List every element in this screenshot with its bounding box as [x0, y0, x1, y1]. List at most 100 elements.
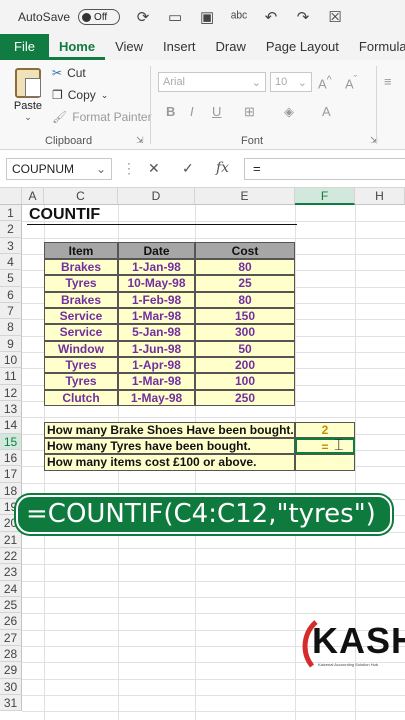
table-cell-cost[interactable]: 80	[195, 259, 295, 276]
tab-page-layout[interactable]: Page Layout	[256, 34, 349, 60]
table-cell-cost[interactable]: 200	[195, 356, 295, 374]
row-header-5[interactable]: 5	[0, 270, 22, 287]
redo-icon[interactable]: ↷	[294, 8, 312, 26]
checkbox-icon[interactable]: ☒	[326, 8, 344, 26]
row-header-8[interactable]: 8	[0, 319, 22, 336]
grow-font-icon[interactable]: A^	[318, 74, 332, 91]
question-tyres[interactable]: How many Tyres have been bought.	[44, 437, 295, 455]
row-header-25[interactable]: 25	[0, 596, 22, 614]
row-header-30[interactable]: 30	[0, 678, 22, 695]
table-cell-date[interactable]: 1-May-98	[118, 389, 195, 406]
row-header-27[interactable]: 27	[0, 629, 22, 646]
table-cell-cost[interactable]: 80	[195, 291, 295, 308]
table-cell-item[interactable]: Clutch	[44, 389, 118, 406]
folder-icon[interactable]: ▭	[166, 8, 184, 26]
font-name-box[interactable]: Arial ⌄	[158, 72, 266, 92]
row-header-14[interactable]: 14	[0, 417, 22, 434]
table-cell-date[interactable]: 10-May-98	[118, 275, 195, 292]
row-header-13[interactable]: 13	[0, 400, 22, 418]
row-header-10[interactable]: 10	[0, 351, 22, 369]
more-options-icon[interactable]: ⋮	[122, 160, 136, 177]
row-header-29[interactable]: 29	[0, 662, 22, 679]
column-header-a[interactable]: A	[22, 188, 44, 205]
column-header-h[interactable]: H	[355, 188, 405, 205]
column-header-e[interactable]: E	[195, 188, 295, 205]
tab-insert[interactable]: Insert	[153, 34, 206, 60]
table-cell-date[interactable]: 1-Jan-98	[118, 259, 195, 276]
row-header-17[interactable]: 17	[0, 466, 22, 483]
table-cell-item[interactable]: Brakes	[44, 259, 118, 276]
table-cell-cost[interactable]: 150	[195, 307, 295, 325]
font-color-icon[interactable]: A	[322, 104, 331, 119]
tab-view[interactable]: View	[105, 34, 153, 60]
name-box[interactable]: COUPNUM ⌄	[6, 158, 112, 180]
table-cell-cost[interactable]: 100	[195, 373, 295, 390]
tab-file[interactable]: File	[0, 34, 49, 60]
row-header-18[interactable]: 18	[0, 482, 22, 499]
fill-color-icon[interactable]: ◈	[284, 104, 294, 120]
undo-icon[interactable]: ↶	[262, 8, 280, 26]
italic-icon[interactable]: I	[190, 104, 194, 119]
row-header-24[interactable]: 24	[0, 580, 22, 597]
row-header-3[interactable]: 3	[0, 237, 22, 254]
sync-icon[interactable]: ⟳	[134, 8, 152, 26]
table-header-item[interactable]: Item	[44, 242, 118, 259]
formula-input[interactable]: =	[244, 158, 405, 180]
tab-draw[interactable]: Draw	[206, 34, 256, 60]
question-cost-100[interactable]: How many items cost £100 or above.	[44, 454, 295, 471]
table-cell-item[interactable]: Tyres	[44, 356, 118, 374]
enter-icon[interactable]: ✓	[182, 160, 194, 177]
row-header-28[interactable]: 28	[0, 645, 22, 663]
table-cell-item[interactable]: Brakes	[44, 291, 118, 308]
align-icon[interactable]: ≡	[384, 74, 392, 89]
column-header-d[interactable]: D	[118, 188, 195, 205]
table-cell-item[interactable]: Window	[44, 340, 118, 357]
row-header-6[interactable]: 6	[0, 286, 22, 303]
table-cell-item[interactable]: Tyres	[44, 373, 118, 390]
table-cell-date[interactable]: 1-Feb-98	[118, 291, 195, 308]
table-header-cost[interactable]: Cost	[195, 242, 295, 259]
table-cell-cost[interactable]: 50	[195, 340, 295, 357]
table-cell-cost[interactable]: 25	[195, 275, 295, 292]
row-header-2[interactable]: 2	[0, 221, 22, 238]
row-header-4[interactable]: 4	[0, 253, 22, 271]
table-cell-date[interactable]: 1-Mar-98	[118, 373, 195, 390]
spelling-icon[interactable]: ᵃᵇᶜ	[230, 9, 248, 26]
dialog-launcher-icon[interactable]: ⇲	[136, 135, 144, 146]
table-cell-cost[interactable]: 300	[195, 324, 295, 341]
paste-button[interactable]: Paste ⌄	[10, 68, 46, 123]
answer-tyres-active-cell[interactable]: =	[295, 437, 355, 455]
select-all-corner[interactable]	[0, 188, 22, 205]
borders-icon[interactable]: ⊞	[244, 104, 255, 120]
copy-button[interactable]: ❐ Copy ⌄	[52, 88, 108, 102]
bold-icon[interactable]: B	[166, 104, 175, 119]
cancel-icon[interactable]: ✕	[148, 160, 160, 177]
tab-formulas[interactable]: Formulas	[349, 34, 405, 60]
row-header-21[interactable]: 21	[0, 531, 22, 548]
table-cell-item[interactable]: Service	[44, 307, 118, 325]
row-header-15[interactable]: 15	[0, 433, 22, 450]
table-cell-item[interactable]: Tyres	[44, 275, 118, 292]
column-header-c[interactable]: C	[44, 188, 118, 205]
format-painter-button[interactable]: 🖌 Format Painter	[52, 110, 152, 124]
row-header-16[interactable]: 16	[0, 449, 22, 467]
row-header-22[interactable]: 22	[0, 547, 22, 565]
table-header-date[interactable]: Date	[118, 242, 195, 259]
save-icon[interactable]: ▣	[198, 8, 216, 26]
question-brake-shoes[interactable]: How many Brake Shoes Have been bought.	[44, 421, 295, 438]
row-header-23[interactable]: 23	[0, 564, 22, 581]
row-header-1[interactable]: 1	[0, 205, 22, 222]
row-header-26[interactable]: 26	[0, 613, 22, 630]
row-header-7[interactable]: 7	[0, 302, 22, 320]
shrink-font-icon[interactable]: Aˇ	[345, 74, 357, 91]
cut-button[interactable]: ✂ Cut	[52, 66, 86, 80]
insert-function-icon[interactable]: fx	[216, 160, 229, 176]
table-cell-date[interactable]: 1-Jun-98	[118, 340, 195, 357]
table-cell-date[interactable]: 1-Apr-98	[118, 356, 195, 374]
table-cell-item[interactable]: Service	[44, 324, 118, 341]
table-cell-cost[interactable]: 250	[195, 389, 295, 406]
sheet-title[interactable]: COUNTIF	[27, 205, 297, 225]
answer-cost-100[interactable]	[295, 454, 355, 471]
row-header-12[interactable]: 12	[0, 384, 22, 401]
table-cell-date[interactable]: 1-Mar-98	[118, 307, 195, 325]
